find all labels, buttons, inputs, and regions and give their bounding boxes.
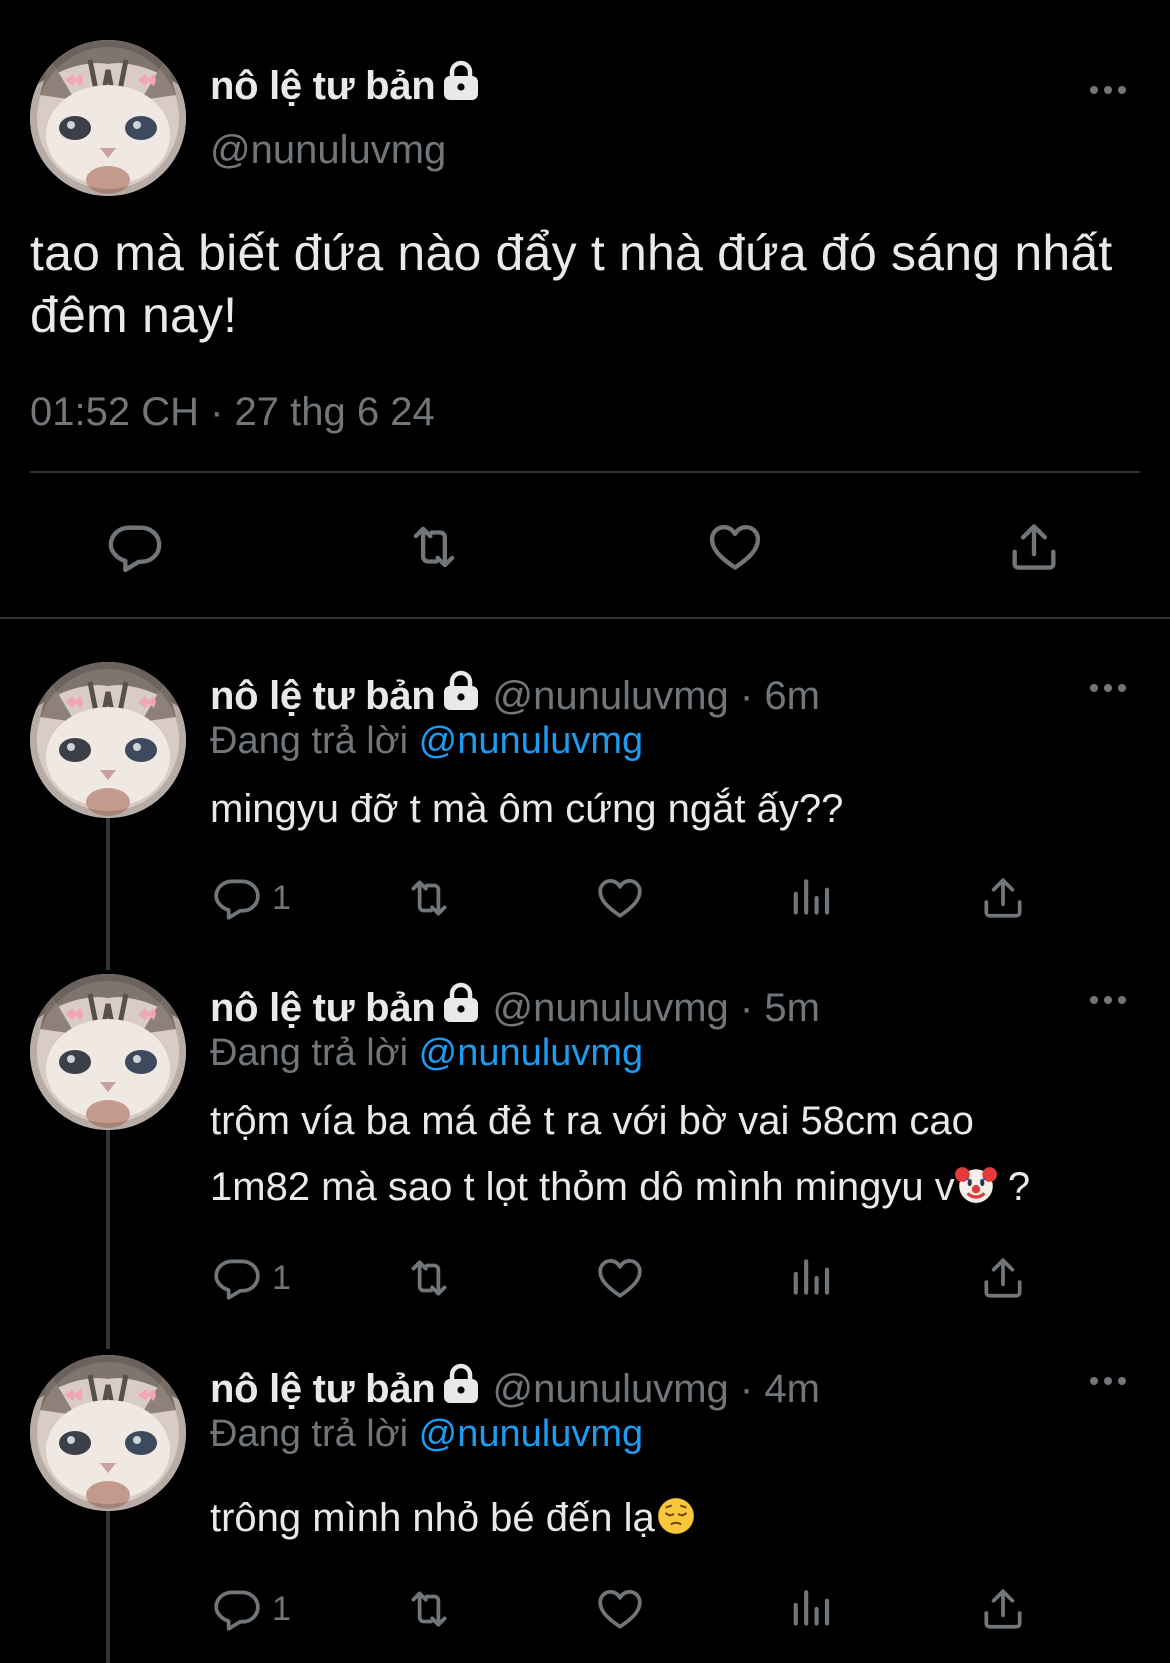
reply-header: nô lệ tư bản @nunuluvmg · 6m: [210, 670, 820, 719]
display-name-text: nô lệ tư bản: [210, 64, 436, 108]
retweet-icon: [404, 518, 464, 576]
reply-header: nô lệ tư bản @nunuluvmg · 5m: [210, 982, 820, 1031]
views-button[interactable]: [787, 1253, 837, 1303]
retweet-button[interactable]: [402, 873, 456, 923]
share-icon: [978, 1253, 1028, 1303]
reply-count: 1: [272, 878, 291, 917]
avatar[interactable]: [30, 1355, 186, 1511]
retweet-icon: [402, 873, 456, 923]
share-button[interactable]: [978, 873, 1028, 923]
share-icon: [1005, 518, 1063, 576]
reply-text: trộm vía ba má đẻ t ra với bờ vai 58cm c…: [210, 1088, 1130, 1220]
handle[interactable]: @nunuluvmg: [493, 986, 729, 1030]
like-button[interactable]: [594, 873, 646, 923]
pensive-face-emoji: [657, 1498, 694, 1534]
retweet-icon: [402, 1253, 456, 1303]
like-icon: [705, 518, 765, 576]
avatar[interactable]: [30, 40, 186, 196]
replying-to: Đang trả lời @nunuluvmg: [210, 1032, 643, 1075]
lock-icon: [441, 1363, 481, 1405]
like-button[interactable]: [594, 1584, 646, 1634]
reply-time[interactable]: 5m: [764, 986, 820, 1030]
like-button[interactable]: [594, 1253, 646, 1303]
like-button[interactable]: [705, 518, 765, 576]
thread-line: [106, 1130, 110, 1349]
tweet-text: tao mà biết đứa nào đẩy t nhà đứa đó sán…: [30, 225, 1113, 343]
like-icon: [594, 1253, 646, 1303]
reply-button[interactable]: 1: [212, 1584, 291, 1634]
retweet-icon: [402, 1584, 456, 1634]
reply-time[interactable]: 6m: [764, 674, 820, 718]
reply-icon: [106, 518, 164, 576]
handle[interactable]: @nunuluvmg: [493, 674, 729, 718]
tweet-timestamp[interactable]: 01:52 CH · 27 thg 6 24: [30, 390, 435, 435]
lock-icon: [441, 60, 481, 102]
display-name[interactable]: nô lệ tư bản: [210, 986, 436, 1030]
like-icon: [594, 873, 646, 923]
retweet-button[interactable]: [402, 1253, 456, 1303]
views-button[interactable]: [787, 873, 837, 923]
views-button[interactable]: [787, 1584, 837, 1634]
replying-to: Đang trả lời @nunuluvmg: [210, 720, 643, 763]
reply-icon: [212, 873, 262, 923]
share-button[interactable]: [978, 1253, 1028, 1303]
replying-to-label: Đang trả lời: [210, 720, 409, 762]
more-icon[interactable]: [1088, 84, 1128, 96]
mention-link[interactable]: @nunuluvmg: [419, 1413, 643, 1455]
mention-link[interactable]: @nunuluvmg: [419, 720, 643, 762]
lock-icon: [441, 670, 481, 712]
reply-button[interactable]: [106, 518, 164, 576]
reply-text-segment: trông mình nhỏ bé đến lạ: [210, 1496, 655, 1540]
reply-text-segment: 1m82 mà sao t lọt thỏm dô mình mingyu v: [210, 1165, 955, 1209]
reply-text: trông mình nhỏ bé đến lạ: [210, 1485, 1130, 1551]
reply-text-line: trộm vía ba má đẻ t ra với bờ vai 58cm c…: [210, 1099, 974, 1143]
reply-text: mingyu đỡ t mà ôm cứng ngắt ấy??: [210, 787, 844, 831]
display-name[interactable]: nô lệ tư bản: [210, 674, 436, 718]
more-icon[interactable]: [1088, 682, 1128, 694]
reply-icon: [212, 1253, 262, 1303]
reply-icon: [212, 1584, 262, 1634]
reply-text-line: 1m82 mà sao t lọt thỏm dô mình mingyu v …: [210, 1154, 1130, 1220]
lock-icon: [441, 982, 481, 1024]
reply-text-segment: ?: [996, 1165, 1031, 1209]
share-icon: [978, 873, 1028, 923]
replying-to-label: Đang trả lời: [210, 1413, 409, 1455]
separator-dot: ·: [739, 674, 754, 718]
clown-face-emoji: [954, 1167, 997, 1203]
retweet-button[interactable]: [404, 518, 464, 576]
separator-dot: ·: [739, 986, 754, 1030]
display-name[interactable]: nô lệ tư bản: [210, 60, 481, 109]
views-icon: [787, 1253, 837, 1303]
divider: [0, 617, 1170, 619]
avatar[interactable]: [30, 974, 186, 1130]
more-icon[interactable]: [1088, 1375, 1128, 1387]
more-icon[interactable]: [1088, 994, 1128, 1006]
handle[interactable]: @nunuluvmg: [210, 128, 446, 173]
mention-link[interactable]: @nunuluvmg: [419, 1032, 643, 1074]
reply-header: nô lệ tư bản @nunuluvmg · 4m: [210, 1363, 820, 1412]
share-button[interactable]: [1005, 518, 1063, 576]
views-icon: [787, 1584, 837, 1634]
reply-time[interactable]: 4m: [764, 1367, 820, 1411]
share-button[interactable]: [978, 1584, 1028, 1634]
thread-line: [106, 818, 110, 970]
reply-button[interactable]: 1: [212, 1253, 291, 1303]
retweet-button[interactable]: [402, 1584, 456, 1634]
views-icon: [787, 873, 837, 923]
display-name[interactable]: nô lệ tư bản: [210, 1367, 436, 1411]
reply-button[interactable]: 1: [212, 873, 291, 923]
divider: [30, 471, 1140, 473]
reply-count: 1: [272, 1589, 291, 1628]
avatar[interactable]: [30, 662, 186, 818]
share-icon: [978, 1584, 1028, 1634]
separator-dot: ·: [739, 1367, 754, 1411]
reply-count: 1: [272, 1258, 291, 1297]
thread-line: [106, 1510, 110, 1663]
replying-to-label: Đang trả lời: [210, 1032, 409, 1074]
like-icon: [594, 1584, 646, 1634]
replying-to: Đang trả lời @nunuluvmg: [210, 1413, 643, 1456]
handle[interactable]: @nunuluvmg: [493, 1367, 729, 1411]
